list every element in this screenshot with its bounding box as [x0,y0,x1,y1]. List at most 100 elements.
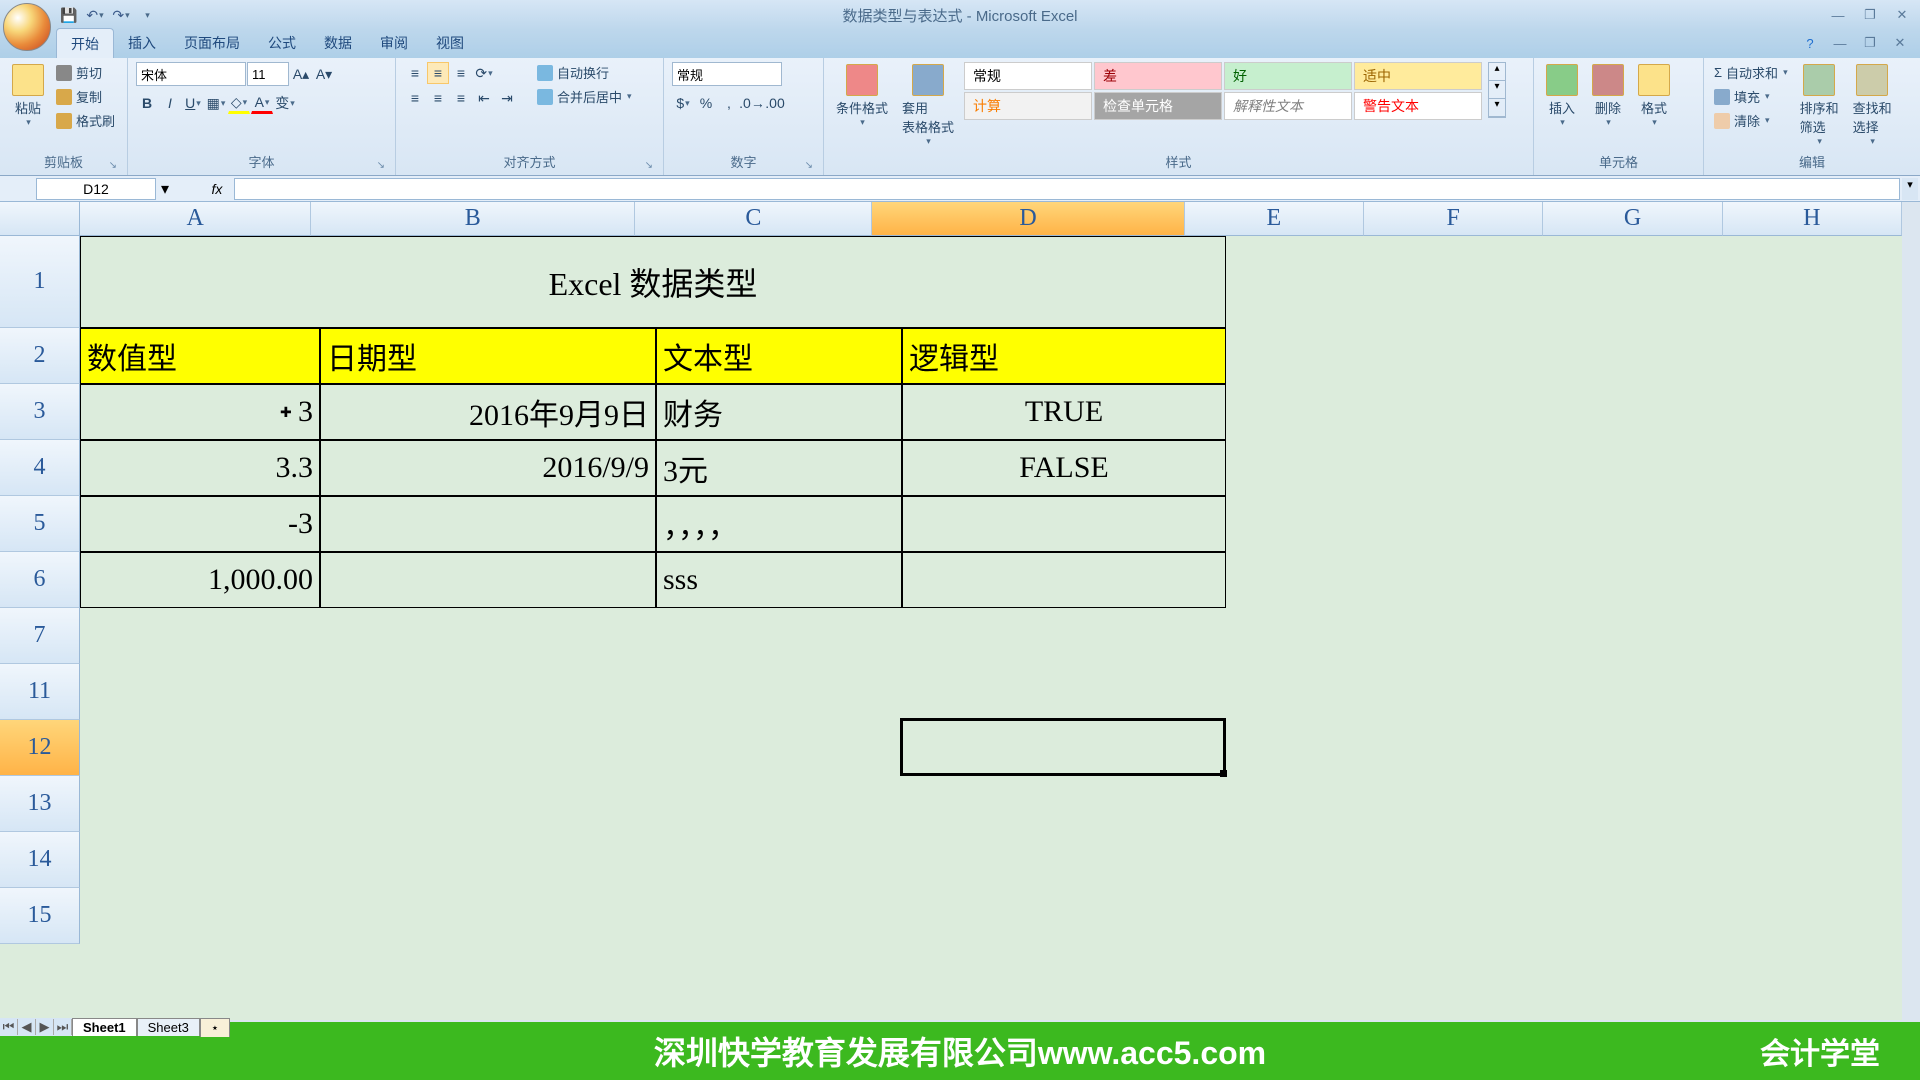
align-middle-icon[interactable]: ≡ [427,62,449,84]
dialog-launcher-icon[interactable]: ↘ [645,160,653,171]
tab-开始[interactable]: 开始 [56,28,114,58]
find-select-button[interactable]: 查找和 选择▾ [1849,62,1896,149]
col-header-H[interactable]: H [1723,202,1902,236]
format-as-table-button[interactable]: 套用 表格格式▾ [898,62,958,149]
gallery-scroll[interactable]: ▴▾▾ [1488,62,1506,118]
align-right-icon[interactable]: ≡ [450,87,472,109]
cell[interactable] [902,496,1226,552]
phonetic-button[interactable]: 变▾ [274,92,296,114]
row-header-5[interactable]: 5 [0,496,80,552]
tab-插入[interactable]: 插入 [114,28,170,58]
cell[interactable]: 3 [80,384,320,440]
restore-icon[interactable]: ❐ [1858,6,1882,24]
name-box-dropdown-icon[interactable]: ▾ [156,179,174,199]
decrease-decimal-icon[interactable]: .00 [764,92,786,114]
sort-filter-button[interactable]: 排序和 筛选▾ [1796,62,1843,149]
style-适中[interactable]: 适中 [1354,62,1482,90]
doc-close-icon[interactable]: ✕ [1888,34,1912,52]
col-header-A[interactable]: A [80,202,311,236]
tab-视图[interactable]: 视图 [422,28,478,58]
doc-restore-icon[interactable]: ❐ [1858,34,1882,52]
grow-font-icon[interactable]: A▴ [290,63,312,85]
tab-页面布局[interactable]: 页面布局 [170,28,254,58]
italic-button[interactable]: I [159,92,181,114]
cell-styles-gallery[interactable]: 常规差好适中计算检查单元格解释性文本警告文本 [964,62,1482,120]
redo-icon[interactable]: ↷▾ [110,4,132,26]
row-headers[interactable]: 12345671112131415 [0,236,80,944]
col-header-D[interactable]: D [872,202,1184,236]
delete-cells-button[interactable]: 删除▾ [1588,62,1628,130]
conditional-format-button[interactable]: 条件格式▾ [832,62,892,130]
percent-format-icon[interactable]: % [695,92,717,114]
cut-button[interactable]: 剪切 [54,62,117,83]
tab-nav-next-icon[interactable]: ▶ [36,1019,54,1035]
row-header-2[interactable]: 2 [0,328,80,384]
cell[interactable]: 2016年9月9日 [320,384,656,440]
cell[interactable]: ，，，， [656,496,902,552]
style-检查单元格[interactable]: 检查单元格 [1094,92,1222,120]
wrap-text-button[interactable]: 自动换行 [535,62,634,83]
fill-color-button[interactable]: ◇▾ [228,92,250,114]
format-cells-button[interactable]: 格式▾ [1634,62,1674,130]
cell[interactable]: Excel 数据类型 [80,236,1226,328]
accounting-format-icon[interactable]: $▾ [672,92,694,114]
close-icon[interactable]: ✕ [1890,6,1914,24]
dialog-launcher-icon[interactable]: ↘ [805,160,813,171]
cell[interactable]: 财务 [656,384,902,440]
tab-公式[interactable]: 公式 [254,28,310,58]
col-header-B[interactable]: B [311,202,635,236]
cell[interactable]: sss [656,552,902,608]
tab-数据[interactable]: 数据 [310,28,366,58]
borders-button[interactable]: ▦▾ [205,92,227,114]
copy-button[interactable]: 复制 [54,86,117,107]
save-icon[interactable]: 💾 [58,4,80,26]
new-sheet-button[interactable]: ⋆ [200,1018,230,1037]
undo-icon[interactable]: ↶▾ [84,4,106,26]
office-button[interactable] [3,3,51,51]
cell[interactable]: 3.3 [80,440,320,496]
align-bottom-icon[interactable]: ≡ [450,62,472,84]
align-center-icon[interactable]: ≡ [427,87,449,109]
row-header-1[interactable]: 1 [0,236,80,328]
cell[interactable]: 逻辑型 [902,328,1226,384]
tab-nav-last-icon[interactable]: ⏭ [54,1019,72,1035]
indent-increase-icon[interactable]: ⇥ [496,87,518,109]
cell[interactable]: 1,000.00 [80,552,320,608]
style-警告文本[interactable]: 警告文本 [1354,92,1482,120]
qat-customize-icon[interactable]: ▾ [136,4,158,26]
increase-decimal-icon[interactable]: .0→ [741,92,763,114]
column-headers[interactable]: ABCDEFGH [80,202,1902,236]
indent-decrease-icon[interactable]: ⇤ [473,87,495,109]
number-format-select[interactable] [672,62,782,86]
formula-bar-expand-icon[interactable]: ▾ [1902,178,1918,200]
cell[interactable] [320,552,656,608]
paste-button[interactable]: 粘贴▾ [8,62,48,130]
format-painter-button[interactable]: 格式刷 [54,110,117,131]
style-解释性文本[interactable]: 解释性文本 [1224,92,1352,120]
cell[interactable]: -3 [80,496,320,552]
shrink-font-icon[interactable]: A▾ [313,63,335,85]
cell[interactable]: 文本型 [656,328,902,384]
style-差[interactable]: 差 [1094,62,1222,90]
orientation-icon[interactable]: ⟳▾ [473,62,495,84]
row-header-3[interactable]: 3 [0,384,80,440]
doc-minimize-icon[interactable]: — [1828,34,1852,52]
minimize-icon[interactable]: — [1826,6,1850,24]
fx-icon[interactable]: fx [204,181,230,197]
font-color-button[interactable]: A▾ [251,92,273,114]
insert-cells-button[interactable]: 插入▾ [1542,62,1582,130]
name-box[interactable]: D12 [36,178,156,200]
font-name-input[interactable] [136,62,246,86]
dialog-launcher-icon[interactable]: ↘ [109,160,117,171]
sheet-tab-Sheet3[interactable]: Sheet3 [137,1018,200,1036]
comma-format-icon[interactable]: , [718,92,740,114]
clear-button[interactable]: 清除▾ [1712,110,1790,131]
select-all-corner[interactable] [0,202,80,236]
cell[interactable]: 数值型 [80,328,320,384]
help-icon[interactable]: ? [1798,34,1822,52]
formula-input[interactable] [234,178,1900,200]
merge-center-button[interactable]: 合并后居中▾ [535,86,634,107]
col-header-F[interactable]: F [1364,202,1543,236]
style-计算[interactable]: 计算 [964,92,1092,120]
cell[interactable]: FALSE [902,440,1226,496]
